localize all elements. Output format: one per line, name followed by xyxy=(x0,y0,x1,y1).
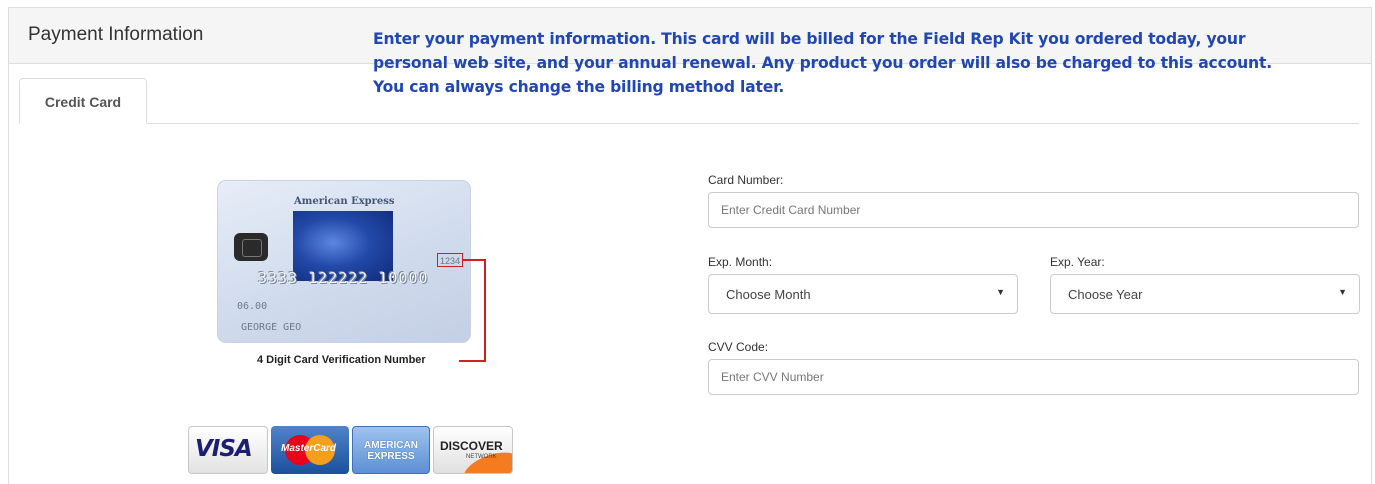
visa-wordmark: VISA xyxy=(195,436,253,462)
visa-logo: VISA xyxy=(188,426,268,474)
cvv-label: CVV Code: xyxy=(708,340,769,354)
mastercard-logo: MasterCard xyxy=(271,426,349,474)
card-brand: American Express xyxy=(294,196,395,207)
cvv-caption: 4 Digit Card Verification Number xyxy=(257,354,426,366)
cvv-highlight: 1234 xyxy=(437,253,463,267)
tab-credit-card[interactable]: Credit Card xyxy=(19,78,147,124)
mastercard-wordmark: MasterCard xyxy=(281,443,337,454)
chip-icon xyxy=(234,233,268,261)
card-number-sample: 3333 122222 10000 xyxy=(258,269,429,287)
credit-card-image: American Express 3333 122222 10000 06.00… xyxy=(217,180,471,343)
discover-wordmark: DISCOVER xyxy=(440,439,503,453)
chevron-down-icon: ▼ xyxy=(996,287,1005,297)
exp-month-label: Exp. Month: xyxy=(708,255,773,269)
card-expiry-sample: 06.00 xyxy=(237,301,268,312)
cvv-pointer-line xyxy=(463,259,485,261)
card-number-label: Card Number: xyxy=(708,173,784,187)
card-number-input[interactable] xyxy=(708,192,1359,228)
panel-title: Payment Information xyxy=(28,24,204,45)
cvv-pointer-line xyxy=(484,259,486,362)
exp-year-label: Exp. Year: xyxy=(1050,255,1105,269)
payment-notice: Enter your payment information. This car… xyxy=(373,30,1272,96)
cvv-input[interactable] xyxy=(708,359,1359,395)
exp-year-value: Choose Year xyxy=(1068,287,1143,302)
discover-subtext: NETWORK xyxy=(466,454,497,460)
exp-month-select[interactable]: Choose Month ▼ xyxy=(708,274,1018,314)
amex-wordmark: AMERICAN EXPRESS xyxy=(364,440,418,462)
cvv-pointer-line xyxy=(459,360,486,362)
card-holder-sample: GEORGE GEO xyxy=(241,322,302,333)
amex-logo: AMERICAN EXPRESS xyxy=(352,426,430,474)
tabs-divider xyxy=(19,123,1359,124)
discover-logo: DISCOVER NETWORK xyxy=(433,426,513,474)
chevron-down-icon: ▼ xyxy=(1338,287,1347,297)
exp-month-value: Choose Month xyxy=(726,287,811,302)
exp-year-select[interactable]: Choose Year ▼ xyxy=(1050,274,1360,314)
